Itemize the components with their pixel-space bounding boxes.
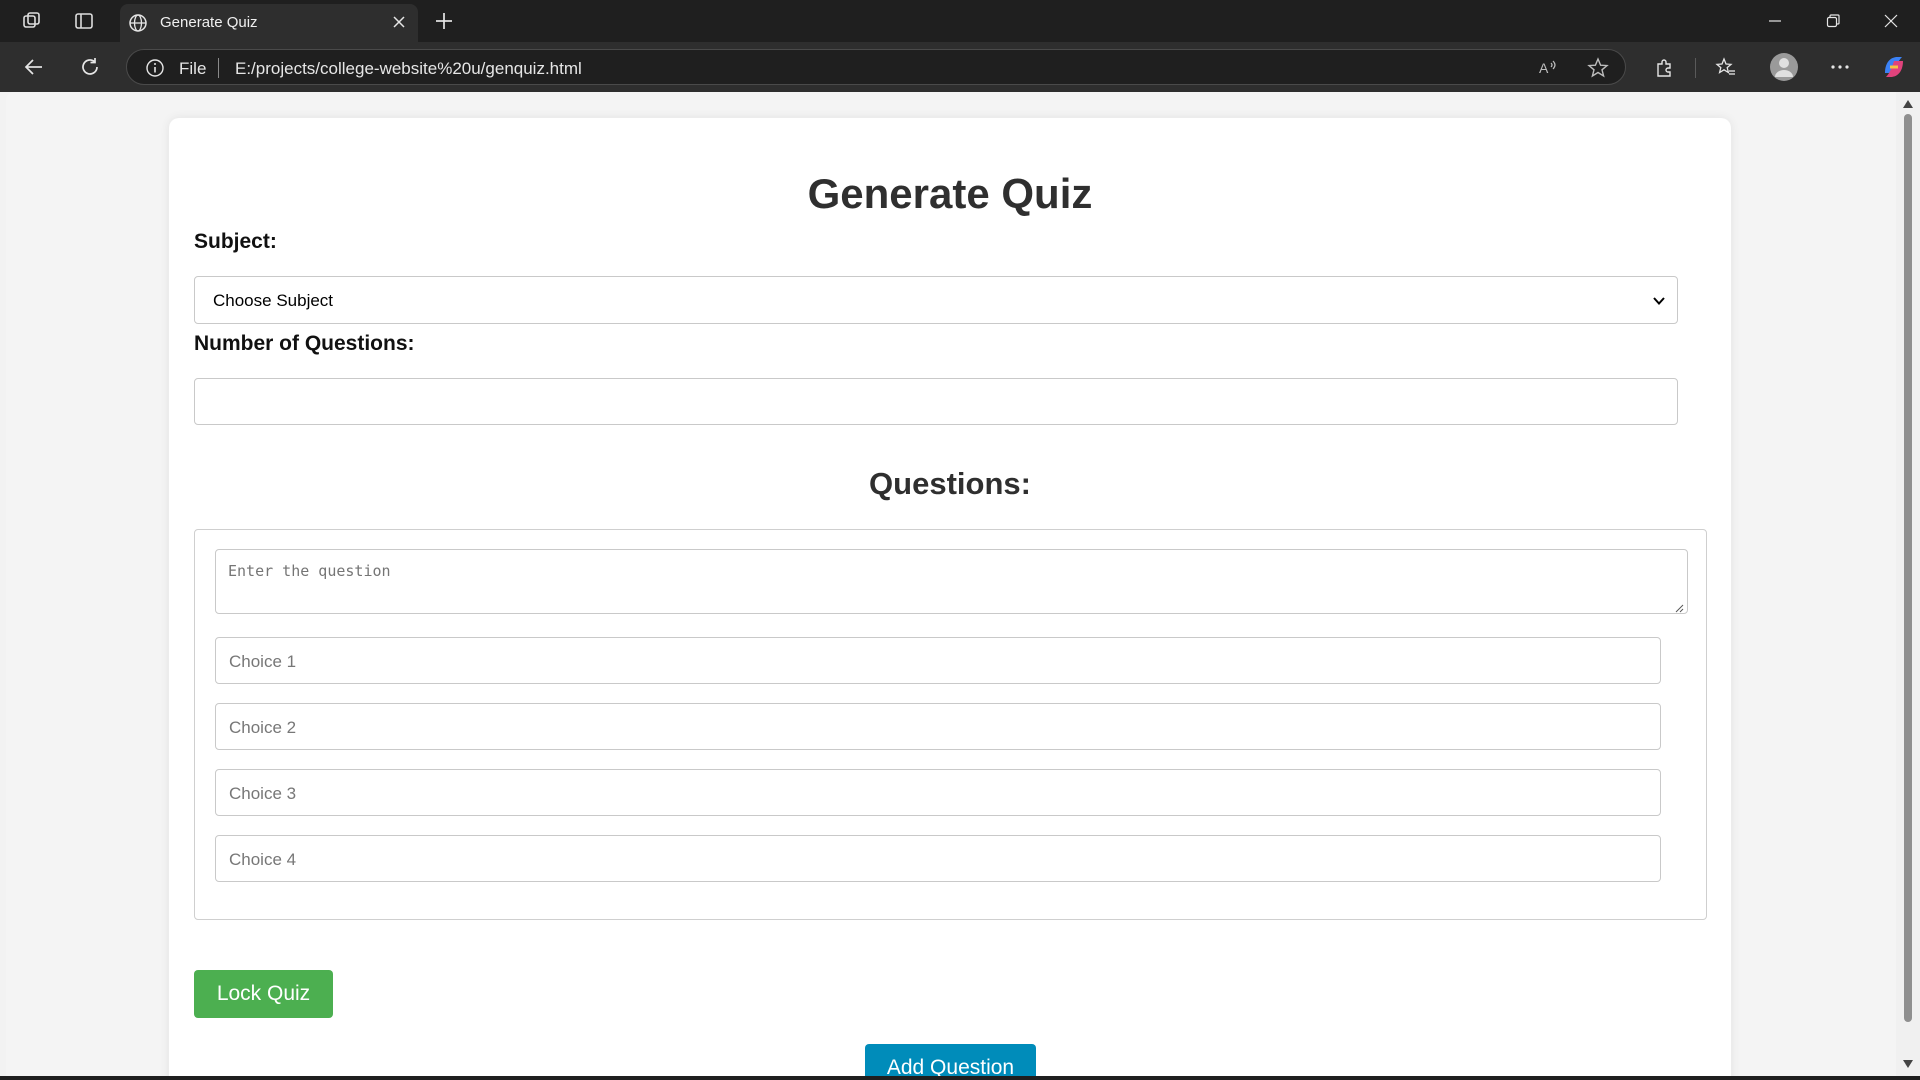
question-textarea[interactable]: Enter the question [215,549,1688,614]
chevron-down-icon [1651,293,1667,309]
browser-tab[interactable]: Generate Quiz [120,4,418,42]
scroll-up-icon[interactable] [1902,98,1914,110]
resize-grip-icon[interactable] [1674,600,1684,613]
lock-quiz-button[interactable]: Lock Quiz [194,970,333,1018]
address-scheme-label: File [179,59,207,78]
profile-icon[interactable] [1769,52,1799,82]
globe-icon [128,13,148,33]
restore-icon[interactable] [1810,6,1856,36]
svg-text:A: A [1539,60,1549,76]
address-separator [218,58,219,78]
choice-input-1[interactable]: Choice 1 [215,637,1661,684]
window-bottom-edge [0,1076,1920,1080]
subject-select[interactable]: Choose Subject [194,276,1678,324]
choice-placeholder: Choice 3 [229,784,297,803]
choice-input-2[interactable]: Choice 2 [215,703,1661,750]
subject-label: Subject: [194,230,277,253]
choice-input-4[interactable]: Choice 4 [215,835,1661,882]
info-icon[interactable] [145,58,165,78]
choice-placeholder: Choice 1 [229,652,297,671]
url-text[interactable]: E:/projects/college-website%20u/genquiz.… [235,59,582,79]
quiz-form-card: Generate Quiz Subject: Choose Subject Nu… [169,118,1731,1076]
read-aloud-icon[interactable]: A [1537,57,1559,79]
choice-placeholder: Choice 2 [229,718,297,737]
extensions-icon[interactable] [1651,54,1677,80]
scrollbar-thumb[interactable] [1904,114,1912,1022]
close-window-icon[interactable] [1868,6,1914,36]
question-placeholder: Enter the question [228,562,391,580]
add-question-button[interactable]: Add Question [865,1044,1036,1076]
browser-toolbar: File E:/projects/college-website%20u/gen… [0,42,1920,92]
star-icon[interactable] [1587,57,1609,79]
tab-actions-icon[interactable] [72,9,96,33]
workspaces-icon[interactable] [20,9,44,33]
subject-select-value: Choose Subject [213,291,334,310]
more-icon[interactable] [1827,54,1853,80]
scroll-down-icon[interactable] [1902,1058,1914,1070]
favorites-icon[interactable] [1713,54,1739,80]
refresh-icon[interactable] [76,53,104,81]
num-questions-label: Number of Questions: [194,332,415,355]
page-viewport: Generate Quiz Subject: Choose Subject Nu… [6,92,1896,1076]
page-title: Generate Quiz [807,170,1093,217]
browser-titlebar: Generate Quiz [0,0,1920,42]
page-scrollbar[interactable] [1896,92,1920,1076]
copilot-icon[interactable] [1880,53,1908,81]
plus-icon[interactable] [432,9,456,33]
back-icon[interactable] [20,53,48,81]
choice-placeholder: Choice 4 [229,850,297,869]
questions-heading: Questions: [869,466,1031,501]
num-questions-input[interactable] [194,378,1678,425]
toolbar-separator [1695,58,1696,78]
choice-input-3[interactable]: Choice 3 [215,769,1661,816]
minimize-icon[interactable] [1752,6,1798,36]
address-bar[interactable]: File E:/projects/college-website%20u/gen… [126,49,1626,85]
tab-title: Generate Quiz [160,14,258,31]
question-block: Enter the question Choice 1 Choice 2 Cho… [194,529,1707,920]
close-icon[interactable] [388,11,410,33]
